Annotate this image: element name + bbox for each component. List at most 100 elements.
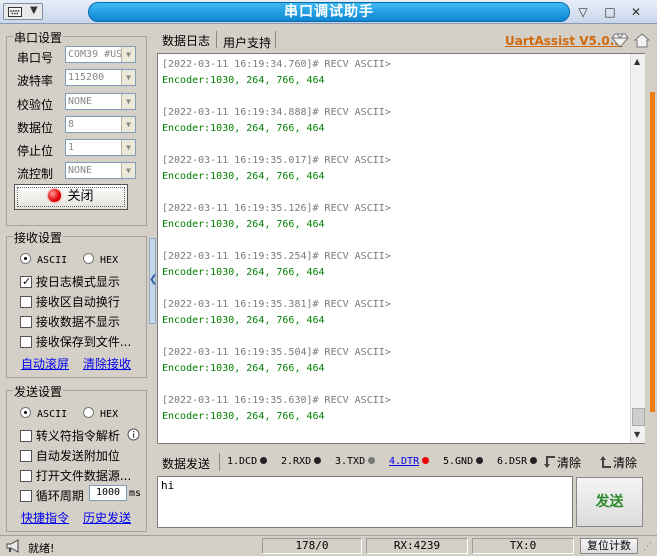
parity-select[interactable]: NONE ▼ bbox=[65, 93, 136, 110]
hide-data-checkbox[interactable]: 接收数据不显示 bbox=[20, 313, 120, 330]
send-history-link[interactable]: 历史发送 bbox=[83, 509, 131, 526]
tab-divider bbox=[275, 31, 276, 48]
collapse-button[interactable]: ▽ bbox=[573, 3, 593, 21]
tab-data-log[interactable]: 数据日志 bbox=[162, 32, 210, 49]
collapse-icon: ▽ bbox=[578, 5, 588, 19]
reset-count-button[interactable]: 复位计数 bbox=[580, 538, 638, 554]
send-hex-label: HEX bbox=[100, 409, 119, 420]
radio-unchecked-icon bbox=[83, 253, 94, 264]
loop-period-input[interactable]: 1000 bbox=[89, 485, 127, 501]
receive-settings-group: 接收设置 ASCII HEX 按日志模式显示 接收区自动换行 接收数据不显示 接… bbox=[6, 229, 147, 378]
checkbox-unchecked-icon bbox=[20, 296, 32, 308]
receive-ascii-label: ASCII bbox=[37, 255, 68, 266]
log-entry-data: Encoder:1030, 264, 766, 464 bbox=[162, 267, 325, 278]
close-icon: ✕ bbox=[630, 5, 642, 19]
save-to-file-label: 接收保存到文件... bbox=[35, 335, 132, 349]
receive-ascii-radio[interactable]: ASCII bbox=[20, 253, 67, 266]
info-icon[interactable] bbox=[127, 428, 140, 441]
maximize-button[interactable]: □ bbox=[600, 3, 620, 21]
checkbox-unchecked-icon bbox=[20, 470, 32, 482]
auto-wrap-checkbox[interactable]: 接收区自动换行 bbox=[20, 293, 120, 310]
baud-select[interactable]: 115200 ▼ bbox=[65, 69, 136, 86]
log-entry-header: [2022-03-11 16:19:34.760]# RECV ASCII> bbox=[162, 59, 391, 70]
clear-receive-link[interactable]: 清除接收 bbox=[83, 355, 131, 372]
pin-txd-label: 3.TXD bbox=[335, 456, 366, 467]
escape-parse-label: 转义符指令解析 bbox=[35, 429, 120, 443]
log-entry-data: Encoder:1030, 264, 766, 464 bbox=[162, 315, 325, 326]
checkbox-unchecked-icon bbox=[20, 490, 32, 502]
tx-counter: TX:0 bbox=[472, 538, 574, 554]
app-icon bbox=[8, 7, 22, 17]
home-icon[interactable] bbox=[634, 33, 650, 48]
side-accent-bar bbox=[650, 92, 655, 412]
receive-hex-label: HEX bbox=[100, 255, 119, 266]
stopbits-value: 1 bbox=[68, 142, 75, 153]
close-window-button[interactable]: ✕ bbox=[626, 3, 646, 21]
megaphone-icon bbox=[6, 539, 19, 553]
radio-checked-icon bbox=[20, 253, 31, 264]
log-entry-header: [2022-03-11 16:19:34.888]# RECV ASCII> bbox=[162, 107, 391, 118]
log-entry-header: [2022-03-11 16:19:35.017]# RECV ASCII> bbox=[162, 155, 391, 166]
receive-log-area[interactable]: [2022-03-11 16:19:34.760]# RECV ASCII> En… bbox=[157, 53, 645, 444]
scroll-thumb[interactable] bbox=[632, 408, 645, 426]
escape-parse-checkbox[interactable]: 转义符指令解析 bbox=[20, 427, 120, 444]
loop-checkbox[interactable]: 循环周期 bbox=[20, 487, 84, 504]
pin-rxd: 2.RXD bbox=[281, 456, 322, 467]
file-source-label: 打开文件数据源... bbox=[35, 469, 132, 483]
loop-label: 循环周期 bbox=[35, 489, 84, 503]
log-entry-data: Encoder:1030, 264, 766, 464 bbox=[162, 363, 325, 374]
scroll-up-icon[interactable]: ▲ bbox=[634, 57, 640, 66]
clear-send-button[interactable]: 清除 bbox=[599, 454, 637, 471]
loop-unit-label: ms bbox=[129, 488, 142, 499]
panel-collapse-handle[interactable]: ❮ bbox=[149, 238, 157, 324]
send-input[interactable]: hi bbox=[157, 476, 573, 528]
window-title: 串口调试助手 bbox=[88, 2, 570, 22]
pin-dtr-toggle[interactable]: 4.DTR bbox=[389, 456, 430, 467]
clear-log-button[interactable]: 清除 bbox=[543, 454, 581, 471]
diamond-icon[interactable] bbox=[611, 33, 629, 48]
brand-link[interactable]: UartAssist V5.0.2 bbox=[505, 34, 623, 48]
save-to-file-checkbox[interactable]: 接收保存到文件... bbox=[20, 333, 131, 350]
port-select[interactable]: COM39 #US ▼ bbox=[65, 46, 136, 63]
scroll-down-icon[interactable]: ▼ bbox=[634, 430, 640, 439]
tab-user-support[interactable]: 用户支持 bbox=[223, 34, 271, 51]
tab-data-send[interactable]: 数据发送 bbox=[162, 455, 210, 472]
arrow-down-left-icon bbox=[544, 456, 555, 468]
flow-value: NONE bbox=[68, 165, 93, 176]
log-entry-data: Encoder:1030, 264, 766, 464 bbox=[162, 171, 325, 182]
chevron-down-icon: ▼ bbox=[121, 94, 135, 109]
parity-value: NONE bbox=[68, 96, 93, 107]
checkbox-unchecked-icon bbox=[20, 316, 32, 328]
pin-off-icon bbox=[476, 457, 484, 464]
send-ascii-radio[interactable]: ASCII bbox=[20, 407, 67, 420]
log-scrollbar[interactable]: ▲ ▼ bbox=[630, 54, 645, 443]
send-button[interactable]: 发送 bbox=[576, 477, 643, 527]
checkbox-unchecked-icon bbox=[20, 450, 32, 462]
pin-dsr: 6.DSR bbox=[497, 456, 538, 467]
arrow-up-left-icon bbox=[600, 456, 611, 468]
close-port-button[interactable]: 关闭 bbox=[14, 184, 128, 210]
shortcut-command-link[interactable]: 快捷指令 bbox=[21, 509, 69, 526]
log-entry-data: Encoder:1030, 264, 766, 464 bbox=[162, 219, 325, 230]
baud-label: 波特率 bbox=[17, 74, 54, 88]
send-settings-group: 发送设置 ASCII HEX 转义符指令解析 自动发送附加位 打开文件数据源..… bbox=[6, 383, 147, 532]
stopbits-label: 停止位 bbox=[17, 144, 54, 158]
pin-off-icon bbox=[314, 457, 322, 464]
pin-on-icon bbox=[422, 457, 430, 464]
serial-settings-title: 串口设置 bbox=[13, 29, 64, 46]
file-source-checkbox[interactable]: 打开文件数据源... bbox=[20, 467, 131, 484]
databits-select[interactable]: 8 ▼ bbox=[65, 116, 136, 133]
send-hex-radio[interactable]: HEX bbox=[83, 407, 118, 420]
stopbits-select[interactable]: 1 ▼ bbox=[65, 139, 136, 156]
chevron-down-icon: ▼ bbox=[121, 70, 135, 85]
receive-hex-radio[interactable]: HEX bbox=[83, 253, 118, 266]
app-menu-button[interactable]: ▼ bbox=[3, 3, 43, 20]
flow-select[interactable]: NONE ▼ bbox=[65, 162, 136, 179]
clear-log-label: 清除 bbox=[557, 456, 582, 470]
log-mode-checkbox[interactable]: 按日志模式显示 bbox=[20, 273, 120, 290]
auto-scroll-link[interactable]: 自动滚屏 bbox=[21, 355, 69, 372]
hide-data-label: 接收数据不显示 bbox=[35, 315, 120, 329]
status-bar: 就绪! 178/0 RX:4239 TX:0 复位计数 ⋰ bbox=[0, 535, 657, 556]
pin-gnd: 5.GND bbox=[443, 456, 484, 467]
append-bit-checkbox[interactable]: 自动发送附加位 bbox=[20, 447, 120, 464]
